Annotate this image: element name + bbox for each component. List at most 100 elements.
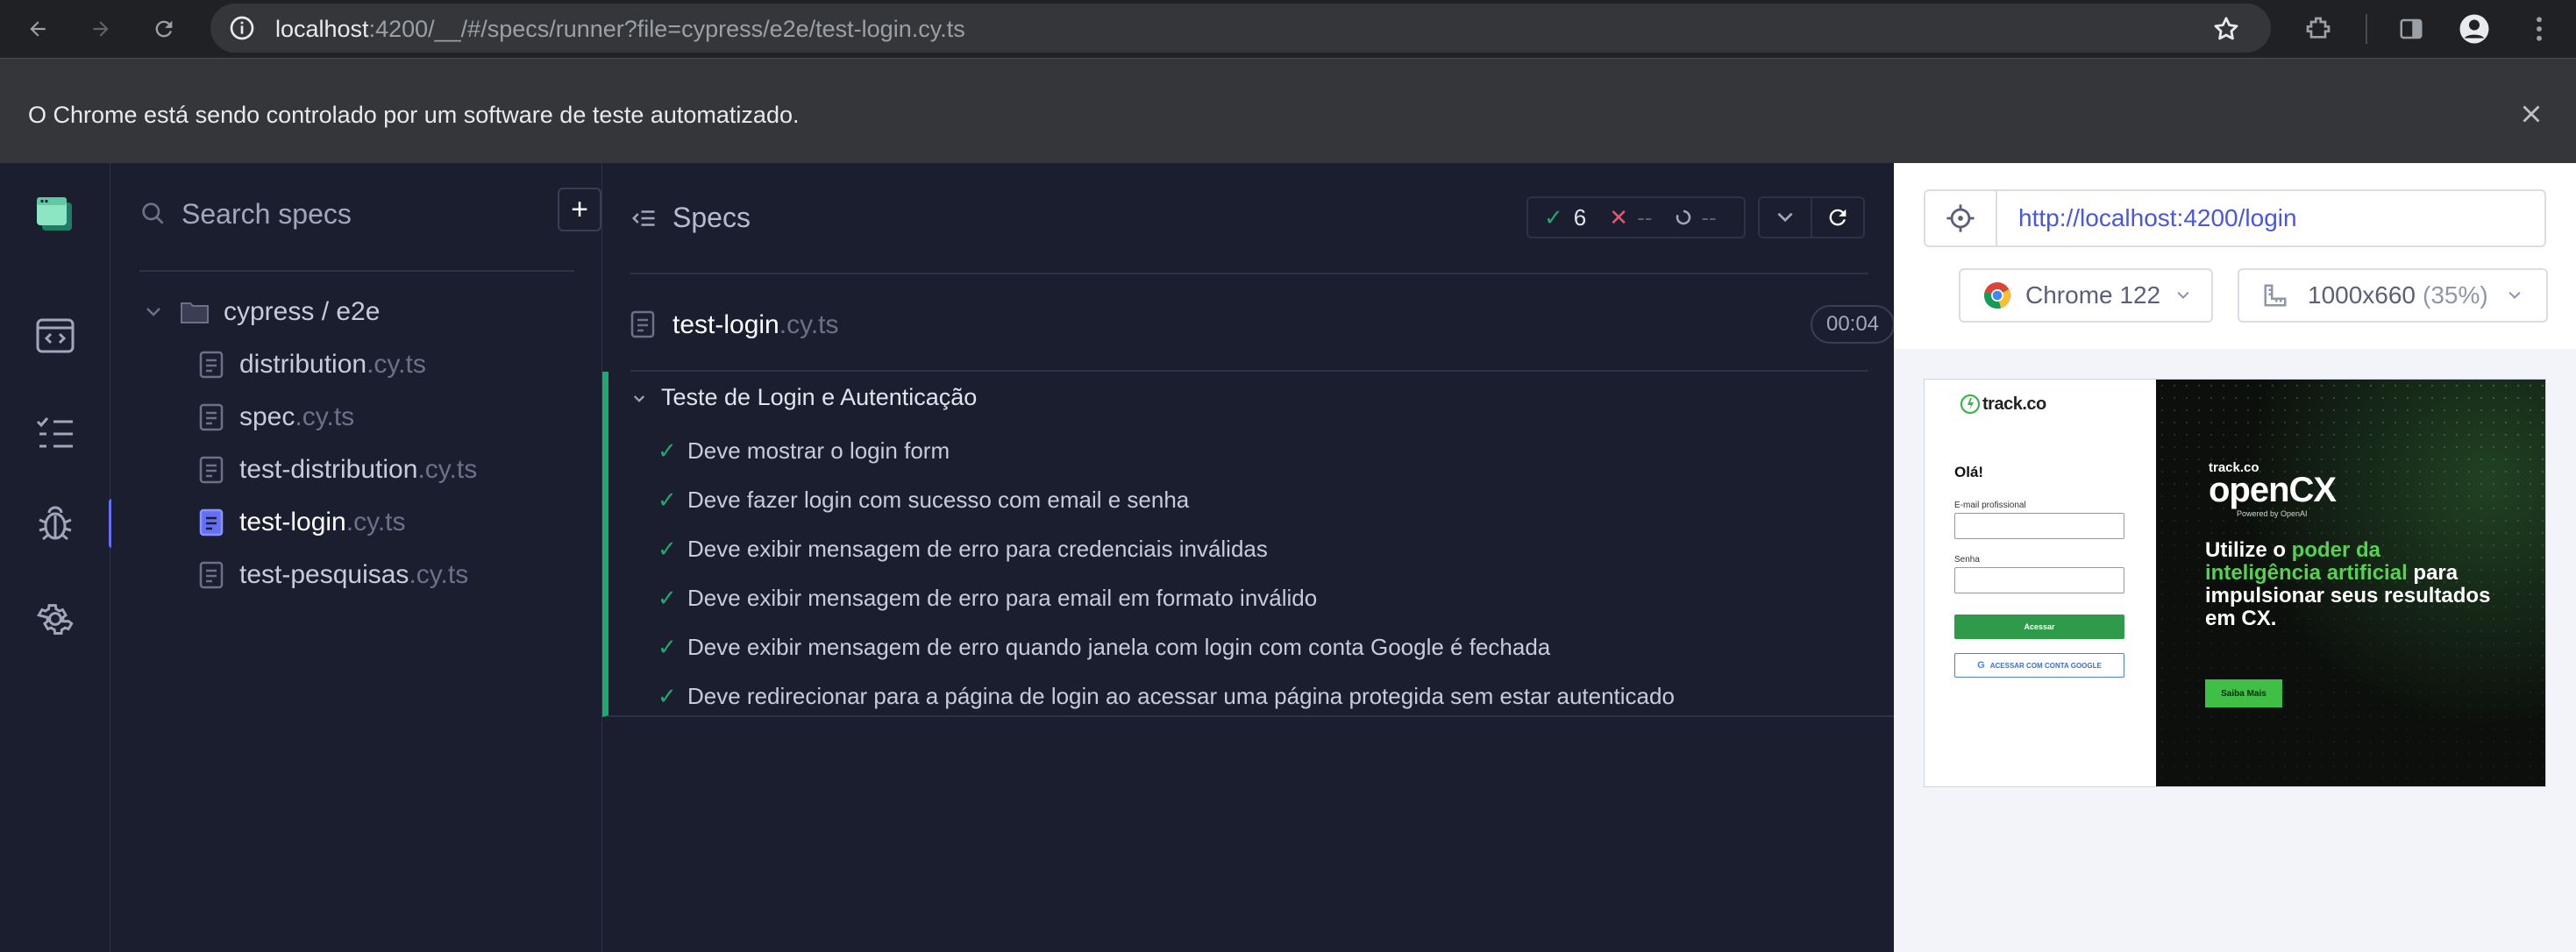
promo-cta-button[interactable]: Saiba Mais (2205, 679, 2282, 707)
check-icon: ✓ (658, 584, 677, 611)
specs-panel: Search specs + cypress / e2e distributio… (111, 163, 602, 952)
spec-ext: .cy.ts (409, 560, 469, 589)
check-icon: ✓ (1544, 203, 1563, 231)
test-title: Deve exibir mensagem de erro para email … (687, 584, 1318, 611)
browser-selector[interactable]: Chrome 122 (1959, 268, 2213, 323)
browser-toolbar: localhost:4200/__/#/specs/runner?file=cy… (0, 0, 2576, 58)
submit-button[interactable]: Acessar (1954, 615, 2124, 639)
spec-ext: .cy.ts (417, 455, 478, 484)
passed-stat: ✓ 6 (1544, 204, 1586, 231)
site-info-icon[interactable] (228, 14, 256, 42)
runs-nav-icon[interactable] (33, 412, 77, 456)
profile-avatar-icon[interactable] (2457, 11, 2492, 46)
collapse-specs-icon[interactable] (630, 205, 657, 231)
chevron-down-icon (2174, 287, 2192, 304)
add-spec-button[interactable]: + (558, 188, 601, 231)
rerun-button[interactable] (1811, 196, 1865, 238)
google-login-button[interactable]: G ACESSAR COM CONTA GOOGLE (1954, 653, 2124, 678)
reload-icon[interactable] (147, 12, 181, 46)
close-icon[interactable] (2516, 99, 2546, 129)
document-icon (199, 403, 224, 431)
passed-count: 6 (1573, 203, 1587, 231)
viewport-selector[interactable]: 1000x660 (35%) (2238, 268, 2548, 323)
spec-file-row[interactable]: spec .cy.ts (199, 400, 354, 435)
trackco-logo-icon (1960, 394, 1981, 415)
email-field[interactable] (1954, 513, 2124, 539)
google-login-label: ACESSAR COM CONTA GOOGLE (1989, 661, 2102, 670)
spec-title-row: test-login.cy.ts 00:04 (630, 305, 1895, 347)
password-field[interactable] (1954, 567, 2124, 593)
chrome-logo-icon (1983, 281, 2011, 309)
chevron-down-icon (1777, 212, 1793, 223)
failed-stat: ✕ -- (1609, 204, 1652, 231)
spec-title: test-login.cy.ts (672, 310, 839, 340)
test-row[interactable]: ✓ Deve exibir mensagem de erro para email… (658, 580, 1317, 615)
promo-brand: openCX (2209, 471, 2337, 509)
reporter-title[interactable]: Specs (672, 202, 751, 234)
reporter-panel: Specs ✓ 6 ✕ -- -- test-login.cy.ts 00:04… (602, 163, 1895, 952)
document-icon (199, 456, 224, 484)
spec-ext: .cy.ts (345, 508, 406, 536)
forward-icon[interactable] (84, 12, 117, 46)
chevron-down-icon[interactable] (631, 391, 647, 411)
spec-duration: 00:04 (1811, 305, 1895, 344)
spec-file-row-active[interactable]: test-login .cy.ts (199, 505, 406, 540)
check-icon: ✓ (658, 682, 677, 709)
test-title: Deve exibir mensagem de erro para creden… (687, 535, 1268, 562)
address-bar[interactable]: localhost:4200/__/#/specs/runner?file=cy… (210, 4, 2271, 53)
document-icon (630, 310, 655, 338)
test-suite: Teste de Login e Autenticação ✓ Deve most… (602, 372, 1894, 717)
back-icon[interactable] (21, 12, 54, 46)
check-icon: ✓ (658, 486, 677, 513)
failed-count: -- (1637, 203, 1653, 231)
spec-name: distribution (239, 350, 367, 379)
search-icon (139, 200, 167, 228)
trackco-logo: track.co (1960, 394, 2046, 415)
spec-name: spec (239, 402, 295, 431)
bookmark-star-icon[interactable] (2211, 14, 2241, 44)
login-form-panel: track.co Olá! E-mail profissional Senha … (1925, 380, 2156, 786)
debug-bug-icon[interactable] (33, 501, 77, 545)
spec-title-name: test-login (672, 310, 779, 339)
spec-name: test-distribution (239, 455, 418, 484)
test-row[interactable]: ✓ Deve exibir mensagem de erro para crede… (658, 531, 1268, 566)
spec-ext: .cy.ts (295, 402, 355, 431)
test-title: Deve mostrar o login form (687, 437, 950, 464)
trackco-logo-text: track.co (1982, 394, 2046, 414)
address-url: localhost:4200/__/#/specs/runner?file=cy… (275, 16, 965, 43)
expand-all-button[interactable] (1758, 196, 1812, 238)
test-row[interactable]: ✓ Deve fazer login com sucesso com email … (658, 482, 1189, 517)
side-panel-icon[interactable] (2394, 11, 2429, 46)
url-path: :4200/__/#/specs/runner?file=cypress/e2e… (368, 16, 965, 42)
suite-title[interactable]: Teste de Login e Autenticação (661, 384, 977, 411)
viewport-scale: (35%) (2423, 281, 2488, 309)
more-menu-icon[interactable] (2522, 11, 2557, 46)
document-icon (199, 561, 224, 589)
cypress-logo-icon[interactable] (33, 193, 77, 237)
ruler-icon (2262, 282, 2288, 309)
specs-nav-icon[interactable] (33, 314, 77, 358)
pending-count: -- (1701, 203, 1717, 231)
search-specs-input[interactable]: Search specs (181, 198, 352, 231)
browser-label: Chrome 122 (2025, 281, 2161, 309)
promo-headline: Utilize o poder da inteligência artifici… (2205, 539, 2494, 630)
test-row[interactable]: ✓ Deve mostrar o login form (658, 433, 950, 468)
check-icon: ✓ (658, 535, 677, 562)
spec-file-row[interactable]: test-distribution .cy.ts (199, 452, 477, 487)
folder-row[interactable]: cypress / e2e (143, 295, 380, 330)
test-row[interactable]: ✓ Deve exibir mensagem de erro quando jan… (658, 629, 1550, 664)
extensions-icon[interactable] (2301, 11, 2336, 46)
google-g-icon: G (1977, 660, 1985, 671)
aut-url-bar: http://localhost:4200/login (1924, 189, 2546, 247)
settings-gear-icon[interactable] (33, 597, 77, 641)
url-host: localhost (275, 16, 369, 42)
selector-playground-crosshair-icon[interactable] (1925, 191, 1997, 245)
spec-file-row[interactable]: test-pesquisas .cy.ts (199, 558, 468, 593)
spec-file-row[interactable]: distribution .cy.ts (199, 347, 426, 382)
test-stats: ✓ 6 ✕ -- -- (1526, 196, 1746, 238)
divider (139, 270, 574, 272)
greeting: Olá! (1954, 464, 1984, 480)
aut-iframe: track.co Olá! E-mail profissional Senha … (1924, 379, 2546, 787)
test-row[interactable]: ✓ Deve redirecionar para a página de logi… (658, 678, 1675, 714)
aut-url[interactable]: http://localhost:4200/login (2018, 204, 2297, 232)
